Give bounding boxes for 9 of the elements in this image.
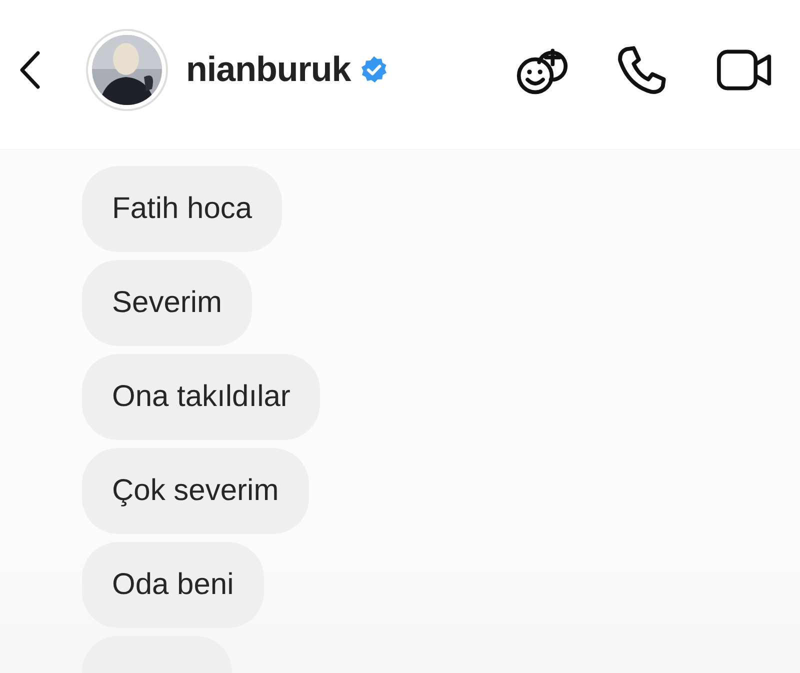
phone-icon[interactable] <box>616 44 668 96</box>
message-bubble: Severim <box>82 260 252 346</box>
video-camera-icon[interactable] <box>716 48 774 92</box>
message-bubble: Çok severim <box>82 448 309 534</box>
message-bubble: Oda beni <box>82 542 264 628</box>
username[interactable]: nianburuk <box>186 50 351 90</box>
message-bubble: Fatih hoca <box>82 166 282 252</box>
message-bubble: Ona takıldılar <box>82 354 320 440</box>
back-icon[interactable] <box>18 50 42 90</box>
